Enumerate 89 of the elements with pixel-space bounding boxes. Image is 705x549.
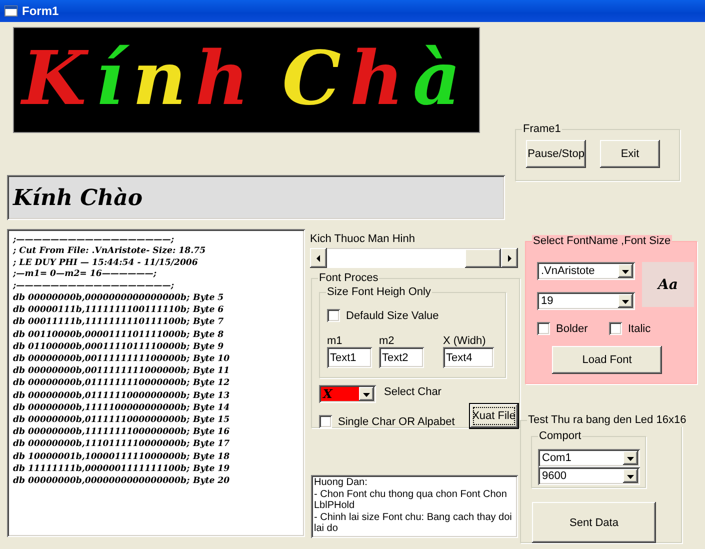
field-label: m1 [327, 335, 344, 347]
checkbox-label: Italic [628, 322, 651, 334]
left-arrow-icon [315, 254, 322, 262]
dropdown-arrow-icon [627, 472, 634, 480]
byte-code: db 00000000b,1111100000000000b; [13, 402, 191, 414]
output-text-box[interactable] [7, 229, 305, 537]
output-line: ;——————————————————; [13, 235, 176, 246]
byte-label: Byte 17 [193, 438, 231, 451]
app-icon [4, 5, 18, 17]
export-file-button[interactable]: Xuat File [468, 403, 519, 429]
baud-rate-dropdown[interactable]: 9600 [538, 467, 640, 485]
field-label: X (Widh) [443, 335, 487, 347]
byte-code: db 00000000b,0011111111100000b; [13, 353, 191, 366]
led-letter: h [194, 37, 250, 123]
byte-code: db 00000000b,0111111000000000b; [13, 390, 191, 402]
output-line: ;—m1= 0—m2= 16——————; [13, 269, 158, 281]
led-letter: h [348, 37, 405, 123]
byte-label: Byte 14 [193, 402, 231, 414]
byte-code: db 10000001b,1000011111000000b; [13, 450, 191, 463]
text-field[interactable]: Text1 [327, 347, 372, 368]
font-size-dropdown[interactable]: 19 [537, 292, 635, 310]
dropdown-arrow-icon [627, 454, 634, 462]
led-letter: K [20, 37, 94, 123]
right-arrow-icon [506, 254, 513, 262]
font-name-dropdown[interactable]: .VnAristote [537, 262, 635, 280]
group-title: Test Thu ra bang den Led 16x16 [527, 414, 688, 427]
font-preview: Aa [642, 262, 694, 307]
byte-code: db 00011111b,1111111110111100b; [13, 316, 191, 329]
byte-code: db 00000000b,0111111000000000b; [13, 414, 191, 426]
byte-label: Byte 18 [193, 450, 231, 463]
scroll-thumb[interactable] [465, 249, 501, 268]
dropdown-arrow-icon [622, 298, 629, 304]
byte-code: db 00000000b,0000000000000000b; [13, 292, 191, 304]
byte-code: db 00000000b,1111111100000000b; [13, 426, 191, 438]
default-size-checkbox[interactable] [327, 309, 340, 322]
italic-checkbox[interactable] [609, 322, 622, 335]
field-label: m2 [379, 335, 396, 347]
byte-label: Byte 5 [193, 292, 225, 304]
byte-code: db 00000111b,1111111100111110b; [13, 304, 191, 316]
dropdown-arrow-icon [622, 268, 629, 274]
byte-code: db 00000000b,0000000000000000b; [13, 475, 191, 488]
byte-label: Byte 9 [193, 340, 225, 354]
text-field[interactable]: Text4 [443, 347, 494, 368]
checkbox-label: Bolder [556, 322, 588, 334]
byte-label: Byte 6 [193, 304, 225, 316]
byte-label: Byte 19 [193, 462, 231, 476]
window-title: Form1 [22, 4, 59, 18]
group-title: Size Font Heigh Only [326, 286, 432, 299]
output-line: ;——————————————————; [13, 280, 176, 292]
pause-stop-button[interactable]: Pause/Stop [526, 140, 586, 168]
output-line: ; LE DUY PHI — 15:44:54 - 11/15/2006 [13, 258, 199, 270]
byte-code: db 00000000b,1110111110000000b; [13, 438, 191, 451]
byte-label: Byte 15 [193, 414, 231, 426]
group-title: Comport [538, 430, 582, 443]
led-letter: à [412, 37, 462, 123]
output-line: ; Cut From File: .VnAristote- Size: 18.75 [13, 246, 207, 258]
dropdown-arrow-icon [363, 390, 370, 398]
select-char-label: Select Char [384, 386, 442, 398]
bold-checkbox[interactable] [537, 322, 550, 335]
led-letter: n [131, 37, 188, 123]
byte-label: Byte 20 [193, 475, 231, 488]
load-font-button[interactable]: Load Font [552, 346, 662, 374]
char-select-dropdown[interactable]: X [319, 385, 376, 403]
byte-label: Byte 16 [193, 426, 231, 438]
text-field[interactable]: Text2 [379, 347, 424, 368]
byte-label: Byte 7 [193, 316, 225, 329]
byte-label: Byte 10 [193, 353, 231, 366]
send-data-button[interactable]: Sent Data [532, 502, 656, 543]
screen-size-label: Kich Thuoc Man Hinh [310, 233, 416, 245]
byte-code: db 00110000b,0000111101111000b; [13, 328, 191, 341]
byte-code: db 00000000b,0011111111000000b; [13, 365, 191, 378]
byte-label: Byte 11 [193, 365, 231, 378]
exit-button[interactable]: Exit [600, 140, 660, 168]
led-letter: C [281, 37, 342, 123]
led-letter: í [93, 37, 130, 123]
byte-label: Byte 13 [193, 390, 231, 402]
checkbox-label: Defauld Size Value [346, 310, 439, 322]
byte-label: Byte 12 [193, 377, 231, 390]
single-char-checkbox[interactable] [319, 415, 332, 428]
horizontal-scrollbar[interactable] [310, 248, 518, 268]
group-title: Select FontName ,Font Size [532, 235, 672, 248]
port-dropdown[interactable]: Com1 [538, 449, 640, 467]
byte-code: db 01100000b,0001111011110000b; [13, 340, 191, 354]
instructions-box[interactable]: Huong Dan: - Chon Font chu thong qua chon Font Chon LblPHold - Chinh lai size Font chu: Bang cach thay doi lai do [311, 475, 518, 538]
byte-code: db 00000000b,0111111110000000b; [13, 377, 191, 390]
byte-label: Byte 8 [193, 328, 225, 341]
byte-code: db 11111111b,0000001111111100b; [13, 462, 191, 476]
checkbox-label: Single Char OR Alpabet [338, 416, 455, 428]
banner-label: Kính Chào [7, 175, 505, 220]
